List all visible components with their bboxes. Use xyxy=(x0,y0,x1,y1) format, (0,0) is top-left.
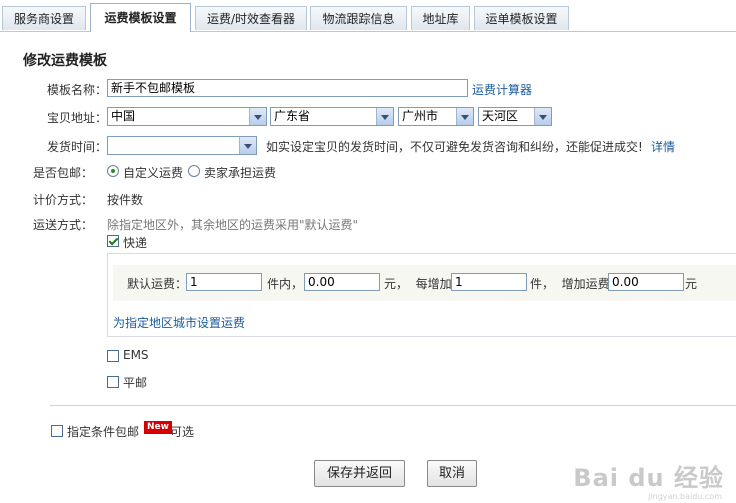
express-checkbox[interactable] xyxy=(107,235,119,247)
seller-pays-radio[interactable] xyxy=(188,165,200,177)
unit-within-label: 件内， xyxy=(267,277,304,291)
chevron-down-icon xyxy=(239,137,256,154)
pricing-value: 按件数 xyxy=(107,193,144,207)
ship-time-select[interactable] xyxy=(107,136,257,155)
conditional-free-checkbox[interactable] xyxy=(51,425,63,437)
ems-label: EMS xyxy=(123,348,149,362)
add-fee-label: 件， 增加运费 xyxy=(530,277,610,291)
province-value: 广东省 xyxy=(274,109,311,123)
post-label: 平邮 xyxy=(123,376,148,390)
conditional-free-suffix: 可选 xyxy=(170,425,195,439)
province-select[interactable]: 广东省 xyxy=(270,107,394,126)
new-badge: New xyxy=(144,421,172,434)
country-select[interactable]: 中国 xyxy=(107,107,267,126)
save-return-button[interactable]: 保存并返回 xyxy=(314,460,405,487)
template-name-label: 模板名称： xyxy=(47,83,108,97)
district-value: 天河区 xyxy=(482,109,519,123)
watermark-url: jingyan.baidu.com xyxy=(648,492,722,501)
freight-calculator-link[interactable]: 运费计算器 xyxy=(472,81,532,98)
page-title: 修改运费模板 xyxy=(23,53,107,69)
city-select[interactable]: 广州市 xyxy=(398,107,474,126)
conditional-free-label: 指定条件包邮 xyxy=(67,425,140,439)
watermark-logo: Bai du 经验 xyxy=(573,464,724,492)
express-label: 快递 xyxy=(123,236,148,250)
seller-pays-label: 卖家承担运费 xyxy=(204,166,277,180)
tab-waybill-template[interactable]: 运单模板设置 xyxy=(474,6,569,30)
ems-checkbox[interactable] xyxy=(107,350,119,362)
country-value: 中国 xyxy=(111,109,136,123)
tab-logistics-tracking[interactable]: 物流跟踪信息 xyxy=(310,6,407,30)
post-checkbox[interactable] xyxy=(107,376,119,388)
delivery-hint: 除指定地区外，其余地区的运费采用"默认运费" xyxy=(107,218,359,232)
tab-freight-template[interactable]: 运费模板设置 xyxy=(90,3,191,32)
pricing-label: 计价方式： xyxy=(33,193,94,207)
chevron-down-icon xyxy=(249,108,266,125)
first-quantity-input[interactable]: 1 xyxy=(186,273,262,291)
custom-freight-label: 自定义运费 xyxy=(123,166,184,180)
default-fee-label: 默认运费： xyxy=(127,277,188,291)
cancel-button[interactable]: 取消 xyxy=(427,460,477,487)
region-freight-link[interactable]: 为指定地区城市设置运费 xyxy=(113,314,245,331)
tab-bar: 服务商设置 运费模板设置 运费/时效查看器 物流跟踪信息 地址库 运单模板设置 xyxy=(0,0,736,32)
unit-yuan-label: 元 xyxy=(685,277,698,291)
template-name-input[interactable]: 新手不包邮模板 xyxy=(107,79,468,97)
ship-time-label: 发货时间： xyxy=(47,140,108,154)
city-value: 广州市 xyxy=(402,109,439,123)
tab-freight-viewer[interactable]: 运费/时效查看器 xyxy=(195,6,307,30)
custom-freight-radio[interactable] xyxy=(107,165,119,177)
chevron-down-icon xyxy=(376,108,393,125)
free-shipping-label: 是否包邮： xyxy=(33,166,94,180)
ship-time-hint: 如实设定宝贝的发货时间，不仅可避免发货咨询和纠纷，还能促进成交! xyxy=(266,140,643,154)
chevron-down-icon xyxy=(456,108,473,125)
divider xyxy=(50,405,736,406)
first-fee-input[interactable]: 0.00 xyxy=(304,273,380,291)
tab-service-provider[interactable]: 服务商设置 xyxy=(2,6,86,30)
ship-time-detail-link[interactable]: 详情 xyxy=(651,138,675,155)
add-fee-input[interactable]: 0.00 xyxy=(608,273,684,291)
district-select[interactable]: 天河区 xyxy=(478,107,552,126)
address-label: 宝贝地址： xyxy=(47,111,108,125)
each-add-label: 元， 每增加 xyxy=(384,277,452,291)
tab-address-book[interactable]: 地址库 xyxy=(411,6,470,30)
add-quantity-input[interactable]: 1 xyxy=(451,273,527,291)
delivery-label: 运送方式： xyxy=(33,218,94,232)
chevron-down-icon xyxy=(534,108,551,125)
